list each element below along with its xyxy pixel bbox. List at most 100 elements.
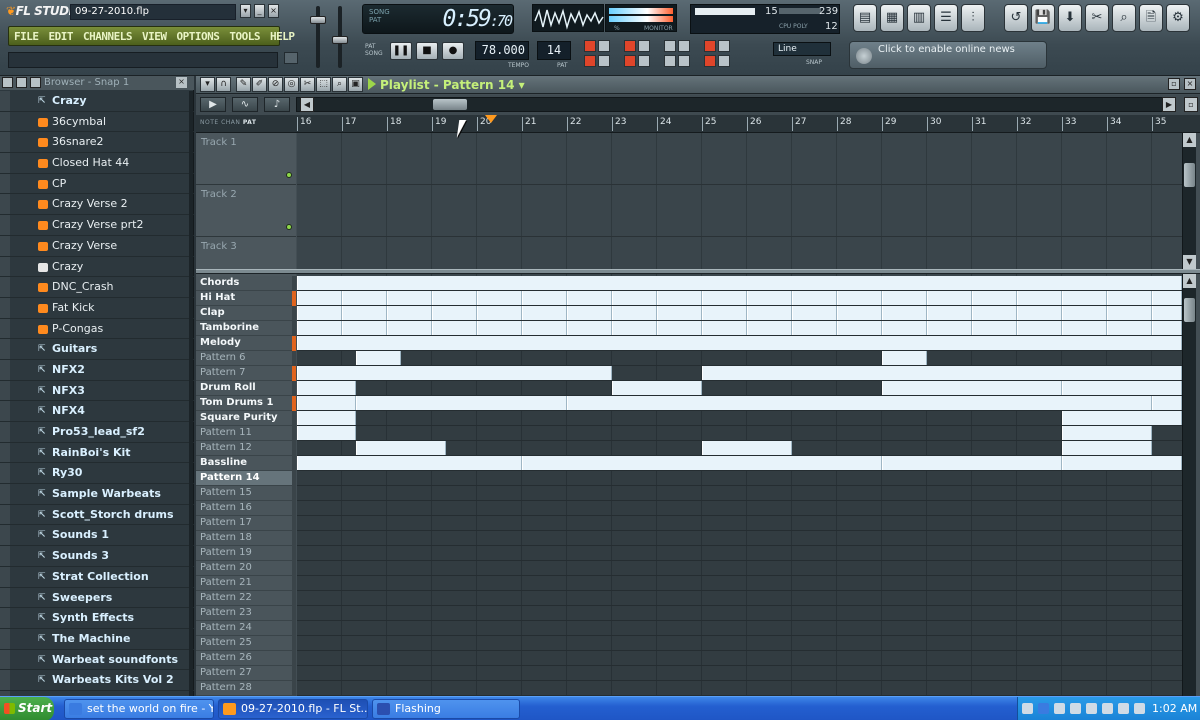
bar-number[interactable]: 26 xyxy=(747,117,761,131)
browser-item[interactable]: ⇱ Guitars xyxy=(0,339,194,360)
browser-item[interactable]: Crazy xyxy=(0,256,194,278)
pattern-name[interactable]: Pattern 27 xyxy=(196,666,292,681)
pattern-block[interactable] xyxy=(1107,291,1152,305)
taskbar-task[interactable]: 09-27-2010.flp - FL St... xyxy=(218,699,368,719)
tool-blend-icon[interactable] xyxy=(678,40,690,52)
pattern-lane[interactable] xyxy=(297,606,1182,621)
pattern-lane[interactable] xyxy=(297,321,1182,336)
browser-item[interactable]: ⇱ Pro53_lead_sf2 xyxy=(0,422,194,443)
pattern-name[interactable]: Pattern 15 xyxy=(196,486,292,501)
pattern-block[interactable] xyxy=(567,291,612,305)
note-icon[interactable]: ♪ xyxy=(264,97,290,112)
pattern-block[interactable] xyxy=(702,366,1182,380)
song-mode-icon[interactable]: ▶ xyxy=(200,97,226,112)
pattern-name[interactable]: Pattern 28 xyxy=(196,681,292,696)
playlist-close-button[interactable]: × xyxy=(1184,78,1196,90)
pattern-block[interactable] xyxy=(612,321,657,335)
zoom-box-icon[interactable]: ▫ xyxy=(1184,97,1198,112)
browser-item[interactable]: ⇱ Synth Effects xyxy=(0,608,194,629)
pattern-lane[interactable] xyxy=(297,291,1182,306)
pattern-block[interactable] xyxy=(1017,291,1062,305)
hint-bar-button[interactable] xyxy=(284,52,298,64)
pattern-block[interactable] xyxy=(1062,426,1152,440)
tray-speaker-icon[interactable] xyxy=(1134,703,1145,714)
tracks-scroll-up-icon[interactable]: ▲ xyxy=(1183,133,1196,147)
pattern-name[interactable]: Pattern 19 xyxy=(196,546,292,561)
pattern-block[interactable] xyxy=(342,321,387,335)
bar-number[interactable]: 34 xyxy=(1107,117,1121,131)
bar-number[interactable]: 19 xyxy=(432,117,446,131)
tool-keyboard-icon[interactable] xyxy=(598,40,610,52)
pattern-block[interactable] xyxy=(522,456,882,470)
playlist-title[interactable]: Playlist - Pattern 14 ▾ xyxy=(380,76,525,94)
pattern-name[interactable]: Pattern 20 xyxy=(196,561,292,576)
pattern-block[interactable] xyxy=(297,336,1182,350)
pattern-block[interactable] xyxy=(355,351,401,365)
track-lane[interactable] xyxy=(297,185,1182,237)
paint-tool-icon[interactable]: ✐ xyxy=(252,77,267,92)
browser-item[interactable]: DNC_Crash xyxy=(0,277,194,298)
pattern-block[interactable] xyxy=(612,291,657,305)
pattern-block[interactable] xyxy=(477,306,522,320)
browser-item[interactable]: ⇱ Warbeats Kits Vol 2 xyxy=(0,670,194,691)
playlist-magnet-icon[interactable]: ∩ xyxy=(216,77,231,92)
playlist-maximize-button[interactable]: ▫ xyxy=(1168,78,1180,90)
pattern-lane[interactable] xyxy=(297,531,1182,546)
pattern-name[interactable]: Pattern 11 xyxy=(196,426,292,441)
browser-item[interactable]: Fat Kick xyxy=(0,297,194,319)
pattern-name[interactable]: Pattern 25 xyxy=(196,636,292,651)
pattern-block[interactable] xyxy=(657,306,702,320)
tool-precount-icon[interactable] xyxy=(598,55,610,67)
pattern-block[interactable] xyxy=(522,321,567,335)
bar-number[interactable]: 30 xyxy=(927,117,941,131)
pattern-block[interactable] xyxy=(567,396,1152,410)
pattern-name[interactable]: Pattern 12 xyxy=(196,441,292,456)
browser-item[interactable]: 36snare2 xyxy=(0,132,194,154)
pattern-name[interactable]: Drum Roll xyxy=(196,381,292,396)
pattern-lane[interactable] xyxy=(297,366,1182,381)
pattern-lane[interactable] xyxy=(297,651,1182,666)
pattern-name[interactable]: Pattern 23 xyxy=(196,606,292,621)
timeline-ruler[interactable]: NOTE CHAN PAT 16 17 18 19 20 21 22 23 24 25 26 27 28… xyxy=(196,115,1200,133)
automation-icon[interactable]: ∿ xyxy=(232,97,258,112)
pattern-name[interactable]: Pattern 26 xyxy=(196,651,292,666)
master-volume-slider[interactable] xyxy=(310,16,326,24)
track-enable-led[interactable] xyxy=(286,172,292,178)
browser-item[interactable]: Crazy Verse prt2 xyxy=(0,215,194,236)
pattern-name[interactable]: Melody xyxy=(196,336,292,351)
tool-metronome[interactable] xyxy=(584,55,596,67)
stop-button[interactable]: ■ xyxy=(416,42,438,60)
pattern-lane[interactable] xyxy=(297,636,1182,651)
pattern-block[interactable] xyxy=(477,291,522,305)
pattern-lane[interactable] xyxy=(297,501,1182,516)
tool-snap-icon[interactable] xyxy=(718,40,730,52)
pattern-block[interactable] xyxy=(747,291,792,305)
bar-number[interactable]: 21 xyxy=(522,117,536,131)
pattern-name[interactable]: Pattern 7 xyxy=(196,366,292,381)
tools-button[interactable]: ✂ xyxy=(1085,4,1109,32)
browser-folder-icon[interactable] xyxy=(16,77,27,88)
pattern-name[interactable]: Pattern 21 xyxy=(196,576,292,591)
pattern-block[interactable] xyxy=(927,321,972,335)
online-news-panel[interactable]: Click to enable online news xyxy=(849,41,1047,69)
pattern-block[interactable] xyxy=(882,456,1062,470)
master-pitch-slider[interactable] xyxy=(332,36,348,44)
pattern-lane[interactable] xyxy=(297,396,1182,411)
bar-number[interactable]: 22 xyxy=(567,117,581,131)
pattern-block[interactable] xyxy=(1152,396,1182,410)
scroll-right-arrow-icon[interactable]: ▶ xyxy=(1162,97,1176,112)
pattern-name[interactable]: Pattern 18 xyxy=(196,531,292,546)
pattern-block[interactable] xyxy=(297,321,342,335)
bar-number[interactable]: 31 xyxy=(972,117,986,131)
pattern-block[interactable] xyxy=(477,321,522,335)
pattern-block[interactable] xyxy=(567,321,612,335)
export-button[interactable]: ⬇ xyxy=(1058,4,1082,32)
select-tool-icon[interactable]: ⬚ xyxy=(316,77,331,92)
taskbar-task[interactable]: set the world on fire - Ya... xyxy=(64,699,214,719)
pattern-block[interactable] xyxy=(1107,321,1152,335)
pattern-block[interactable] xyxy=(522,291,567,305)
pattern-block[interactable] xyxy=(1062,441,1152,455)
menu-view[interactable]: VIEW xyxy=(137,30,172,43)
pattern-block[interactable] xyxy=(1107,306,1152,320)
browser-item[interactable]: ⇱ Ry30 xyxy=(0,463,194,485)
